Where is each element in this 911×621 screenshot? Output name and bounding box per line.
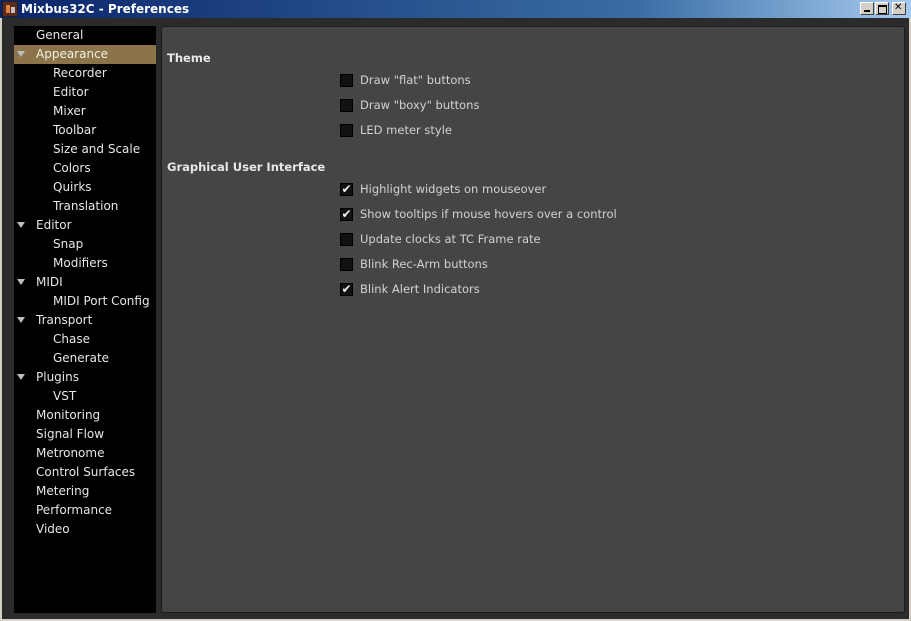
sidebar-item-midi[interactable]: MIDI <box>14 273 156 292</box>
sidebar-item-control-surfaces[interactable]: Control Surfaces <box>14 463 156 482</box>
sidebar-item-metronome[interactable]: Metronome <box>14 444 156 463</box>
sidebar-item-label: Monitoring <box>36 408 101 422</box>
sidebar-item-label: MIDI <box>36 275 63 289</box>
option-label[interactable]: LED meter style <box>360 123 452 137</box>
sidebar-item-label: Modifiers <box>53 256 108 270</box>
sidebar-item-monitoring[interactable]: Monitoring <box>14 406 156 425</box>
expander-triangle-icon[interactable] <box>17 279 25 285</box>
checkbox-unchecked[interactable] <box>340 233 353 246</box>
sidebar-item-label: MIDI Port Config <box>53 294 150 308</box>
checkbox-unchecked[interactable] <box>340 74 353 87</box>
sidebar-item-label: Plugins <box>36 370 79 384</box>
preferences-window: General Appearance Recorder Editor Mixer Tool… <box>0 18 911 621</box>
sidebar-item-label: Metering <box>36 484 90 498</box>
checkbox-checked[interactable]: ✔ <box>340 183 353 196</box>
sidebar-item-vst[interactable]: VST <box>14 387 156 406</box>
option-label[interactable]: Draw "flat" buttons <box>360 73 471 87</box>
checkmark-icon: ✔ <box>341 282 352 296</box>
sidebar-item-label: Transport <box>36 313 93 327</box>
sidebar-item-video[interactable]: Video <box>14 520 156 539</box>
sidebar-item-transport[interactable]: Transport <box>14 311 156 330</box>
sidebar-item-performance[interactable]: Performance <box>14 501 156 520</box>
sidebar-item-label: Editor <box>36 218 72 232</box>
maximize-button[interactable] <box>875 2 889 15</box>
sidebar-item-chase[interactable]: Chase <box>14 330 156 349</box>
sidebar-item-label: Size and Scale <box>53 142 141 156</box>
checkbox-checked[interactable]: ✔ <box>340 283 353 296</box>
section-title-graphical-user-interface: Graphical User Interface <box>167 160 326 174</box>
sidebar-item-signal-flow[interactable]: Signal Flow <box>14 425 156 444</box>
sidebar-item-label: Video <box>36 522 70 536</box>
checkbox-unchecked[interactable] <box>340 124 353 137</box>
expander-triangle-icon[interactable] <box>17 317 25 323</box>
option-label[interactable]: Draw "boxy" buttons <box>360 98 479 112</box>
sidebar-item-label: Appearance <box>36 47 109 61</box>
sidebar-item-label: Colors <box>53 161 91 175</box>
checkbox-unchecked[interactable] <box>340 99 353 112</box>
sidebar-item-colors[interactable]: Colors <box>14 159 156 178</box>
sidebar-item-midi-port-config[interactable]: MIDI Port Config <box>14 292 156 311</box>
sidebar-item-editor[interactable]: Editor <box>14 216 156 235</box>
sidebar-item-generate[interactable]: Generate <box>14 349 156 368</box>
sidebar-item-appearance[interactable]: Appearance <box>14 45 156 64</box>
preferences-sidebar: General Appearance Recorder Editor Mixer Tool… <box>14 26 156 613</box>
sidebar-item-label: Metronome <box>36 446 105 460</box>
sidebar-item-metering[interactable]: Metering <box>14 482 156 501</box>
checkbox-checked[interactable]: ✔ <box>340 208 353 221</box>
sidebar-item-label: General <box>36 28 84 42</box>
checkbox-unchecked[interactable] <box>340 258 353 271</box>
sidebar-item-label: Mixer <box>53 104 86 118</box>
sidebar-item-label: Toolbar <box>53 123 97 137</box>
app-icon[interactable] <box>2 1 18 17</box>
sidebar-item-translation[interactable]: Translation <box>14 197 156 216</box>
sidebar-item-plugins[interactable]: Plugins <box>14 368 156 387</box>
sidebar-item-label: Control Surfaces <box>36 465 136 479</box>
option-label[interactable]: Blink Rec-Arm buttons <box>360 257 488 271</box>
option-label[interactable]: Highlight widgets on mouseover <box>360 182 546 196</box>
option-label[interactable]: Blink Alert Indicators <box>360 282 480 296</box>
sidebar-item-editor[interactable]: Editor <box>14 83 156 102</box>
sidebar-item-label: Chase <box>53 332 90 346</box>
sidebar-item-label: Generate <box>53 351 110 365</box>
sidebar-item-snap[interactable]: Snap <box>14 235 156 254</box>
title-bar[interactable]: Mixbus32C - Preferences <box>0 0 911 18</box>
expander-triangle-icon[interactable] <box>17 222 25 228</box>
option-label[interactable]: Update clocks at TC Frame rate <box>360 232 541 246</box>
sidebar-item-label: Quirks <box>53 180 92 194</box>
sidebar-item-label: Recorder <box>53 66 107 80</box>
expander-triangle-icon[interactable] <box>17 51 25 57</box>
sidebar-item-label: Performance <box>36 503 113 517</box>
close-button[interactable] <box>892 2 906 15</box>
checkmark-icon: ✔ <box>341 207 352 221</box>
sidebar-item-toolbar[interactable]: Toolbar <box>14 121 156 140</box>
checkmark-icon: ✔ <box>341 182 352 196</box>
sidebar-item-quirks[interactable]: Quirks <box>14 178 156 197</box>
minimize-button[interactable] <box>860 2 874 15</box>
sidebar-item-modifiers[interactable]: Modifiers <box>14 254 156 273</box>
sidebar-item-recorder[interactable]: Recorder <box>14 64 156 83</box>
sidebar-item-size-and-scale[interactable]: Size and Scale <box>14 140 156 159</box>
sidebar-item-label: Snap <box>53 237 84 251</box>
sidebar-item-label: Signal Flow <box>36 427 105 441</box>
expander-triangle-icon[interactable] <box>17 374 25 380</box>
window-title: Mixbus32C - Preferences <box>21 2 190 16</box>
section-title-theme: Theme <box>167 51 211 65</box>
appearance-panel: Theme Draw "flat" buttons Draw "boxy" butt… <box>161 26 905 613</box>
option-label[interactable]: Show tooltips if mouse hovers over a con… <box>360 207 617 221</box>
sidebar-item-label: Editor <box>53 85 89 99</box>
sidebar-item-label: VST <box>53 389 77 403</box>
sidebar-item-label: Translation <box>53 199 119 213</box>
sidebar-item-mixer[interactable]: Mixer <box>14 102 156 121</box>
sidebar-item-general[interactable]: General <box>14 26 156 45</box>
